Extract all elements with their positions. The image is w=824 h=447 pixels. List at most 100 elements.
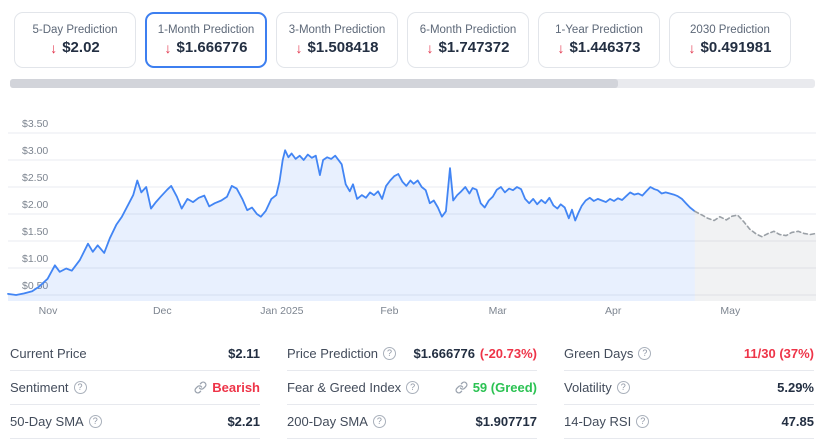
y-axis-label: $3.00 — [22, 145, 48, 157]
stat-row-14-day-rsi: 14-Day RSI? 47.85 — [564, 405, 814, 439]
stat-value: $2.21 — [227, 414, 260, 429]
stat-row-sentiment: Sentiment? Bearish — [10, 371, 260, 405]
stat-value: 47.85 — [781, 414, 814, 429]
down-arrow-icon: ↓ — [164, 39, 172, 56]
card-label: 1-Year Prediction — [555, 24, 643, 36]
stat-value: $1.666776 (-20.73%) — [413, 346, 537, 361]
stat-row-price-prediction: Price Prediction? $1.666776 (-20.73%) — [287, 337, 537, 371]
stat-row-current-price: Current Price $2.11 — [10, 337, 260, 371]
stat-value: 5.29% — [777, 380, 814, 395]
stat-label: 200-Day SMA? — [287, 414, 386, 429]
x-axis-label: Dec — [153, 305, 172, 317]
stat-label: 50-Day SMA? — [10, 414, 102, 429]
help-icon[interactable]: ? — [383, 347, 397, 360]
stat-row-50-day-sma: 50-Day SMA? $2.21 — [10, 405, 260, 439]
stat-label-text: Green Days — [564, 346, 634, 361]
stat-label: 14-Day RSI? — [564, 414, 650, 429]
stat-label-text: Volatility — [564, 380, 612, 395]
stat-label: Sentiment? — [10, 380, 87, 395]
card-value: ↓ $0.491981 — [689, 39, 772, 56]
stat-value-text: 11/30 (37%) — [743, 346, 814, 361]
stat-label-text: 50-Day SMA — [10, 414, 84, 429]
down-arrow-icon: ↓ — [50, 39, 58, 56]
link-icon — [194, 381, 207, 394]
x-axis-label: Mar — [489, 305, 508, 317]
stat-value-text: $1.666776 — [413, 346, 475, 361]
stat-label: Volatility? — [564, 380, 630, 395]
stat-value[interactable]: Bearish — [194, 380, 260, 395]
stat-row-fear-greed-index: Fear & Greed Index? 59 (Greed) — [287, 371, 537, 405]
help-icon[interactable]: ? — [372, 415, 386, 428]
scrollbar-thumb[interactable] — [10, 79, 618, 88]
stat-label-text: Current Price — [10, 346, 87, 361]
stat-value-text: 59 (Greed) — [472, 380, 537, 395]
down-arrow-icon: ↓ — [295, 39, 303, 56]
card-label: 2030 Prediction — [690, 24, 770, 36]
card-price: $1.747372 — [438, 39, 510, 56]
stats-table: Current Price $2.11 Sentiment? Bearish 50-Da… — [10, 337, 814, 439]
card-price: $1.666776 — [176, 39, 248, 56]
stat-value[interactable]: 59 (Greed) — [455, 380, 537, 395]
help-icon[interactable]: ? — [73, 381, 87, 394]
card-value: ↓ $1.508418 — [296, 39, 379, 56]
help-icon[interactable]: ? — [638, 347, 652, 360]
stat-value: $1.907717 — [476, 414, 537, 429]
prediction-card-5-day-prediction[interactable]: 5-Day Prediction ↓ $2.02 — [14, 12, 136, 68]
x-axis-label: Apr — [605, 305, 622, 317]
card-price: $1.446373 — [569, 39, 641, 56]
stat-value-suffix: (-20.73%) — [479, 346, 537, 361]
prediction-card-1-year-prediction[interactable]: 1-Year Prediction ↓ $1.446373 — [538, 12, 660, 68]
card-value: ↓ $1.666776 — [165, 39, 248, 56]
stat-label-text: 14-Day RSI — [564, 414, 632, 429]
stats-column: Green Days? 11/30 (37%) Volatility? 5.29% 14… — [564, 337, 814, 439]
card-value: ↓ $1.446373 — [558, 39, 641, 56]
stat-label: Current Price — [10, 346, 87, 361]
stat-value-text: $2.11 — [228, 346, 260, 361]
y-axis-label: $2.50 — [22, 172, 48, 184]
x-axis-label: May — [720, 305, 741, 317]
x-axis-label: Jan 2025 — [260, 305, 303, 317]
stat-value: 11/30 (37%) — [744, 346, 814, 361]
card-label: 6-Month Prediction — [419, 24, 517, 36]
stat-label-text: Price Prediction — [287, 346, 379, 361]
prediction-card-3-month-prediction[interactable]: 3-Month Prediction ↓ $1.508418 — [276, 12, 398, 68]
help-icon[interactable]: ? — [616, 381, 630, 394]
x-axis-label: Nov — [39, 305, 58, 317]
stat-label-text: Fear & Greed Index — [287, 380, 402, 395]
stat-value-text: $2.21 — [227, 414, 260, 429]
card-value: ↓ $1.747372 — [427, 39, 510, 56]
stats-column: Price Prediction? $1.666776 (-20.73%) Fear … — [287, 337, 537, 439]
historical-price-area — [8, 150, 695, 301]
help-icon[interactable]: ? — [406, 381, 420, 394]
stat-value: $2.11 — [228, 346, 260, 361]
help-icon[interactable]: ? — [88, 415, 102, 428]
help-icon[interactable]: ? — [636, 415, 650, 428]
y-axis-label: $2.00 — [22, 199, 48, 211]
stat-value-text: 47.85 — [781, 414, 814, 429]
prediction-card-1-month-prediction[interactable]: 1-Month Prediction ↓ $1.666776 — [145, 12, 267, 68]
x-axis-label: Feb — [380, 305, 398, 317]
card-price: $2.02 — [62, 39, 100, 56]
stat-row-volatility: Volatility? 5.29% — [564, 371, 814, 405]
price-chart[interactable]: $0.50$1.00$1.50$2.00$2.50$3.00$3.50Nov De… — [0, 95, 824, 323]
stat-value-text: $1.907717 — [475, 414, 537, 429]
y-axis-label: $1.50 — [22, 226, 48, 238]
horizontal-scrollbar[interactable] — [10, 79, 815, 88]
link-icon — [455, 381, 468, 394]
stat-row-green-days: Green Days? 11/30 (37%) — [564, 337, 814, 371]
y-axis-label: $3.50 — [22, 118, 48, 130]
stats-column: Current Price $2.11 Sentiment? Bearish 50-Da… — [10, 337, 260, 439]
y-axis-label: $1.00 — [22, 253, 48, 265]
price-chart-container: $0.50 $1.00 $1.50 $2.00 $2.50 $3.00 $3.50 Nov De… — [0, 95, 824, 323]
prediction-card-2030-prediction[interactable]: 2030 Prediction ↓ $0.491981 — [669, 12, 791, 68]
prediction-card-6-month-prediction[interactable]: 6-Month Prediction ↓ $1.747372 — [407, 12, 529, 68]
stat-label: Price Prediction? — [287, 346, 397, 361]
card-price: $0.491981 — [700, 39, 772, 56]
card-label: 3-Month Prediction — [288, 24, 386, 36]
stat-label-text: Sentiment — [10, 380, 69, 395]
down-arrow-icon: ↓ — [426, 39, 434, 56]
stat-label: Fear & Greed Index? — [287, 380, 420, 395]
card-label: 5-Day Prediction — [32, 24, 118, 36]
stat-value-text: Bearish — [212, 380, 260, 395]
card-label: 1-Month Prediction — [157, 24, 255, 36]
